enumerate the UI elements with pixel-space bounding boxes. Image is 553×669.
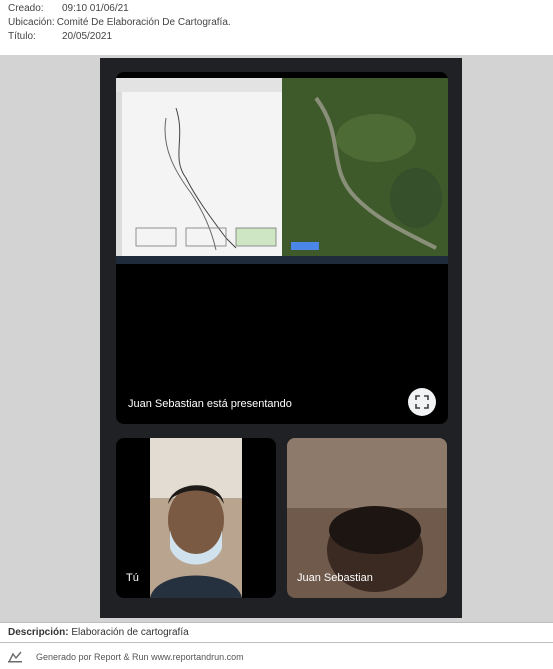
description-value: Elaboración de cartografía bbox=[71, 627, 189, 638]
title-value: 20/05/2021 bbox=[62, 31, 113, 42]
cad-side-toolbar bbox=[116, 92, 122, 256]
fullscreen-icon bbox=[415, 395, 429, 409]
satellite-forest bbox=[336, 114, 416, 162]
divider-top bbox=[0, 622, 553, 623]
footer-text: Generado por Report & Run www.reportandr… bbox=[36, 652, 244, 662]
report-page: { "meta": { "created_label": "Creado:", … bbox=[0, 0, 553, 669]
room-background bbox=[287, 438, 447, 508]
participant-tile-you: Tú bbox=[116, 438, 276, 598]
created-label: Creado: bbox=[8, 3, 44, 14]
satellite-forest-2 bbox=[390, 168, 442, 228]
fullscreen-button[interactable] bbox=[408, 388, 436, 416]
created-row: Creado: 09:10 01/06/21 bbox=[8, 2, 231, 16]
description: Descripción: Elaboración de cartografía bbox=[8, 627, 189, 638]
location-value: Comité De Elaboración De Cartografía. bbox=[56, 17, 231, 28]
created-value: 09:10 01/06/21 bbox=[62, 3, 129, 14]
report-run-logo-icon bbox=[8, 651, 22, 663]
face bbox=[168, 486, 224, 554]
footer: Generado por Report & Run www.reportandr… bbox=[8, 651, 244, 663]
presenting-label: Juan Sebastian está presentando bbox=[128, 398, 292, 410]
cad-minimap bbox=[235, 227, 277, 247]
taskbar bbox=[116, 256, 448, 264]
satellite-panel bbox=[282, 78, 448, 256]
participant-label-you: Tú bbox=[126, 572, 139, 584]
satellite-scale-bar bbox=[291, 242, 319, 250]
shared-screen-image bbox=[116, 78, 448, 264]
location-label: Ubicación: bbox=[8, 17, 55, 28]
cad-toolbar bbox=[116, 78, 282, 92]
title-label: Título: bbox=[8, 31, 36, 42]
title-row: Título: 20/05/2021 bbox=[8, 30, 231, 44]
report-metadata: Creado: 09:10 01/06/21 Ubicación: Comité… bbox=[8, 2, 231, 44]
participant-label-juan: Juan Sebastian bbox=[297, 572, 373, 584]
presentation-card: Juan Sebastian está presentando bbox=[116, 72, 448, 424]
description-label: Descripción: bbox=[8, 627, 69, 638]
location-row: Ubicación: Comité De Elaboración De Cart… bbox=[8, 16, 231, 30]
hair bbox=[329, 506, 421, 554]
divider-bottom bbox=[0, 642, 553, 643]
participant-tile-juan-sebastian: Juan Sebastian bbox=[287, 438, 447, 598]
participant-video-you bbox=[150, 438, 242, 598]
